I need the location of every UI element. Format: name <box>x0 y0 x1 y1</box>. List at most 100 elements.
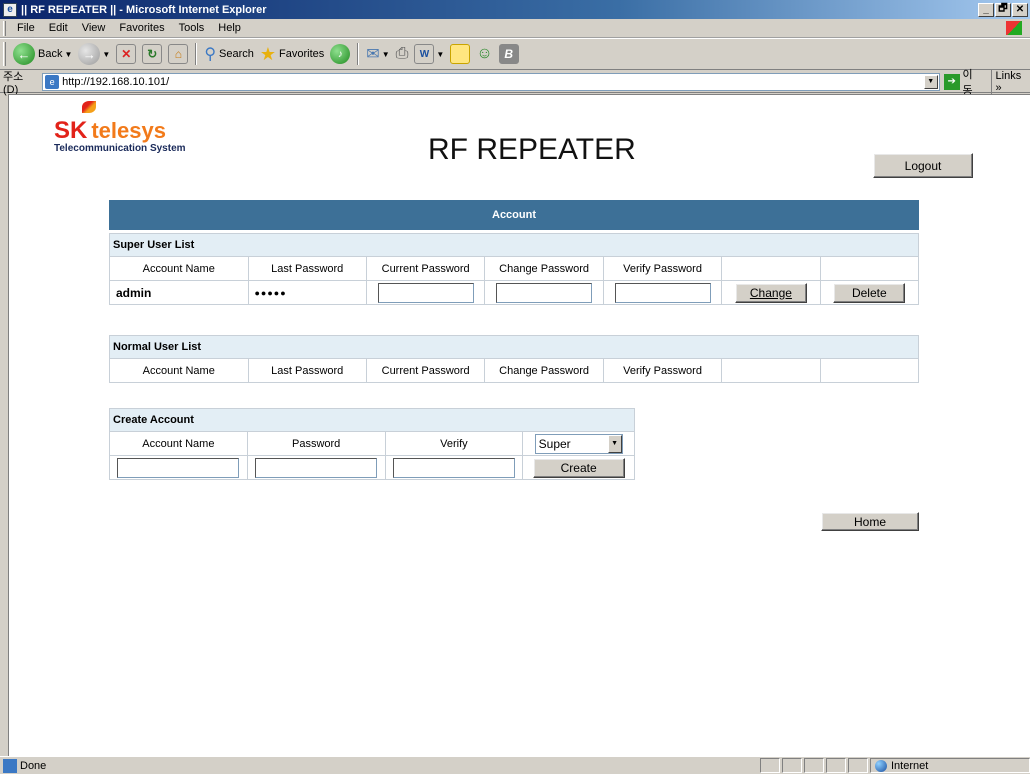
create-cell: Create <box>522 455 635 480</box>
column-header: Last Password <box>247 256 367 281</box>
create-button[interactable]: Create <box>532 457 625 478</box>
status-bar: Done Internet <box>0 756 1030 774</box>
menu-favorites[interactable]: Favorites <box>112 22 171 34</box>
address-label: 주소(D) <box>3 70 24 96</box>
status-panel <box>826 758 846 773</box>
back-label: Back <box>38 48 63 60</box>
security-zone: Internet <box>870 758 1030 773</box>
toolbar-grip <box>3 42 6 66</box>
delete-button[interactable]: Delete <box>833 282 906 303</box>
new-account-name-input[interactable] <box>117 457 240 478</box>
address-dropdown-icon[interactable]: ▼ <box>923 74 938 89</box>
edit-button[interactable]: W ▼ <box>411 41 447 67</box>
create-account-caption: Create Account <box>109 408 635 432</box>
status-panel <box>804 758 824 773</box>
menu-grip <box>3 20 6 36</box>
go-button[interactable]: ➔ 이동 <box>943 66 983 98</box>
column-header <box>721 358 821 383</box>
media-button[interactable]: ♪ <box>327 41 353 67</box>
address-url[interactable]: http://192.168.10.101/ <box>62 76 924 88</box>
back-dropdown-icon[interactable]: ▼ <box>64 50 72 59</box>
page-title: RF REPEATER <box>428 133 636 166</box>
account-name-cell: admin <box>109 280 249 305</box>
zone-label: Internet <box>891 759 929 772</box>
column-header: Account Name <box>109 358 249 383</box>
menu-tools[interactable]: Tools <box>172 22 212 34</box>
logout-button[interactable]: Logout <box>873 153 973 178</box>
refresh-icon: ↻ <box>142 44 163 64</box>
mail-dropdown-icon[interactable]: ▼ <box>382 50 390 59</box>
create-account-table: Create Account Account Name Password Ver… <box>109 408 635 480</box>
account-header: Account <box>109 200 919 230</box>
new-verify-input[interactable] <box>392 457 515 478</box>
new-account-name-cell <box>109 455 248 480</box>
menu-help[interactable]: Help <box>211 22 248 34</box>
search-icon: ⚲ <box>204 46 217 63</box>
ie-icon: e <box>3 2 17 17</box>
stop-button[interactable]: ✕ <box>113 41 139 67</box>
messenger-button[interactable]: ☺ <box>473 41 495 67</box>
page-viewport: SK telesys Telecommunication System RF RE… <box>8 94 1030 756</box>
column-header: Password <box>246 431 386 456</box>
notes-button[interactable] <box>447 41 473 67</box>
last-password-cell: ●●●●● <box>247 280 367 305</box>
column-header: Verify <box>384 431 524 456</box>
minimize-button[interactable]: _ <box>978 2 994 17</box>
mail-button[interactable]: ✉ ▼ <box>363 41 392 67</box>
toolbar-separator <box>195 43 198 65</box>
new-password-input[interactable] <box>255 457 378 478</box>
research-button[interactable]: B <box>496 41 522 67</box>
address-bar: 주소(D) e http://192.168.10.101/ ▼ ➔ 이동 Li… <box>0 69 1030 97</box>
menu-view[interactable]: View <box>75 22 113 34</box>
links-button[interactable]: Links » <box>990 69 1030 94</box>
column-header: Verify Password <box>602 358 723 383</box>
refresh-button[interactable]: ↻ <box>139 41 165 67</box>
maximize-button[interactable]: 🗗 <box>995 2 1011 17</box>
chevron-down-icon: ▼ <box>607 434 622 453</box>
go-arrow-icon: ➔ <box>943 73 960 90</box>
menu-file[interactable]: File <box>10 22 42 34</box>
super-user-table: Super User List Account Name Last Passwo… <box>109 233 920 305</box>
menu-bar: File Edit View Favorites Tools Help <box>0 19 1030 38</box>
column-header <box>721 256 821 281</box>
print-button[interactable]: ⎙ <box>393 41 412 67</box>
favorites-star-icon: ★ <box>259 43 277 64</box>
verify-password-input[interactable] <box>614 282 711 303</box>
forward-dropdown-icon[interactable]: ▼ <box>102 50 110 59</box>
create-account-header-row: Account Name Password Verify Super ▼ <box>109 431 635 456</box>
create-account-input-row: Create <box>109 455 635 480</box>
column-header: Account Name <box>109 256 249 281</box>
normal-user-list-caption: Normal User List <box>109 335 919 359</box>
logo-telesys-text: telesys <box>91 118 166 143</box>
close-button[interactable]: ✕ <box>1012 2 1028 17</box>
change-password-input[interactable] <box>496 282 593 303</box>
level-cell: Super ▼ <box>522 431 635 456</box>
links-label: Links <box>995 69 1022 82</box>
logo-subtitle: Telecommunication System <box>54 143 186 154</box>
home-button[interactable]: Home <box>821 512 919 531</box>
search-button[interactable]: ⚲ Search <box>201 41 257 67</box>
favorites-button[interactable]: ★ Favorites <box>257 41 327 67</box>
edit-dropdown-icon[interactable]: ▼ <box>436 50 444 59</box>
column-header: Last Password <box>247 358 367 383</box>
forward-arrow-icon: → <box>78 43 101 65</box>
forward-button[interactable]: → ▼ <box>75 41 113 67</box>
menu-edit[interactable]: Edit <box>42 22 75 34</box>
home-toolbar-button[interactable]: ⌂ <box>165 41 191 67</box>
verify-password-cell <box>602 280 723 305</box>
level-select[interactable]: Super ▼ <box>534 433 623 454</box>
change-button[interactable]: Change <box>734 282 807 303</box>
print-icon: ⎙ <box>395 45 409 62</box>
window-title: || RF REPEATER || - Microsoft Internet E… <box>21 3 267 16</box>
go-label: 이동 <box>962 68 973 97</box>
back-button[interactable]: ← Back ▼ <box>10 41 75 67</box>
internet-globe-icon <box>875 759 887 772</box>
delete-cell: Delete <box>819 280 920 305</box>
toolbar: ← Back ▼ → ▼ ✕ ↻ ⌂ ⚲ Search ★ Favorites … <box>0 38 1030 70</box>
current-password-input[interactable] <box>377 282 474 303</box>
address-input[interactable]: e http://192.168.10.101/ ▼ <box>42 72 940 91</box>
column-header: Change Password <box>484 256 604 281</box>
status-panel <box>848 758 868 773</box>
change-cell: Change <box>721 280 821 305</box>
column-header: Current Password <box>365 256 486 281</box>
